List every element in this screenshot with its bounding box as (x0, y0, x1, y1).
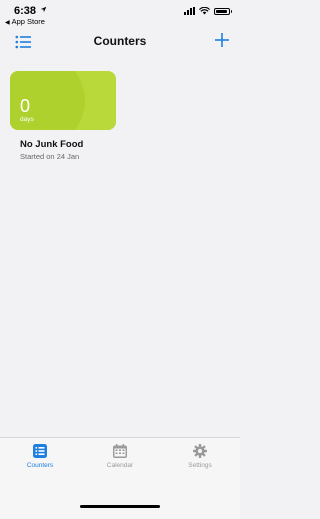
status-bar: 6:38 ◀ App Store (0, 0, 240, 32)
home-indicator (80, 505, 160, 508)
nav-bar: Counters (0, 32, 240, 54)
location-arrow-icon (40, 6, 47, 13)
tab-label: Calendar (106, 462, 134, 469)
status-icons (184, 6, 232, 16)
counter-unit: days (20, 116, 34, 123)
tab-settings[interactable]: Settings (170, 444, 230, 469)
battery-icon (214, 7, 232, 15)
back-to-app-store[interactable]: ◀ App Store (5, 17, 45, 26)
back-to-app-label: App Store (11, 17, 45, 26)
tab-label: Counters (26, 462, 54, 469)
status-time: 6:38 (14, 5, 37, 17)
wifi-icon (199, 7, 210, 15)
counter-start-date: Started on 24 Jan (20, 152, 80, 161)
counter-name[interactable]: No Junk Food (20, 139, 83, 150)
gear-icon (193, 444, 207, 458)
list-tab-icon (33, 444, 47, 458)
tab-counters[interactable]: Counters (10, 444, 70, 469)
plus-icon[interactable] (215, 33, 229, 47)
counter-value: 0 (20, 96, 31, 116)
tab-calendar[interactable]: Calendar (90, 444, 150, 469)
calendar-icon (113, 444, 127, 458)
tab-label: Settings (188, 462, 212, 469)
page-title: Counters (93, 34, 147, 48)
counter-card[interactable]: 0 days (10, 71, 116, 130)
cellular-signal-icon (184, 7, 195, 15)
back-chevron-icon: ◀ (5, 20, 10, 26)
